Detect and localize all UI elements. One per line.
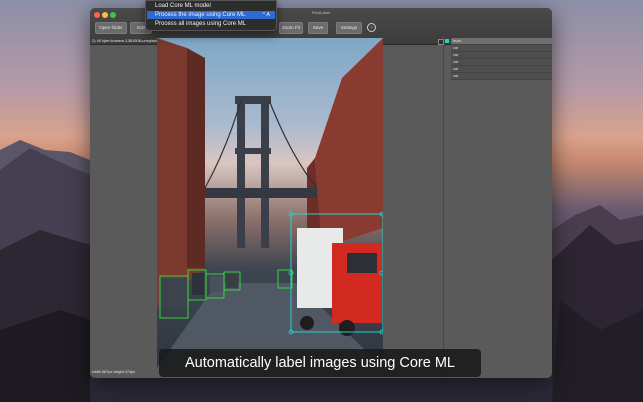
menu-item-label: Load Core ML model bbox=[155, 3, 211, 9]
image-canvas[interactable] bbox=[157, 38, 383, 368]
street-photo bbox=[157, 38, 383, 368]
menu-item-load-model[interactable]: Load Core ML model bbox=[147, 2, 275, 10]
label-name: car bbox=[451, 52, 552, 59]
label-row-car[interactable]: car bbox=[450, 73, 552, 80]
promo-caption: Automatically label images using Core ML bbox=[159, 349, 481, 377]
open-folder-button[interactable]: Open folder bbox=[95, 22, 127, 34]
menu-item-label: Process the image using Core ML bbox=[155, 12, 246, 18]
label-name: car bbox=[451, 66, 552, 73]
settings-button[interactable]: Settings bbox=[336, 22, 362, 34]
image-filename: 2) 40 tyler-bowers-1381908-unsplash.jpg bbox=[92, 38, 165, 43]
image-size-status: width 587px height 474px bbox=[92, 370, 136, 374]
label-name: truck bbox=[451, 38, 552, 45]
menu-item-process-image[interactable]: Process the image using Core ML ^ A bbox=[147, 11, 275, 19]
label-color-swatch bbox=[445, 39, 449, 43]
label-name: car bbox=[451, 59, 552, 66]
label-row-truck[interactable]: truck bbox=[438, 38, 552, 45]
app-window: RectLabel Open folder Edit Zoom Fit Save… bbox=[90, 8, 552, 378]
panel-divider[interactable] bbox=[443, 36, 444, 378]
menu-item-process-all[interactable]: Process all images using Core ML bbox=[147, 20, 275, 28]
label-name: car bbox=[451, 73, 552, 80]
help-icon[interactable]: ? bbox=[367, 23, 376, 32]
menu-item-label: Process all images using Core ML bbox=[155, 21, 247, 27]
menu-shortcut: ^ A bbox=[262, 12, 270, 18]
label-row-car[interactable]: car bbox=[450, 59, 552, 66]
save-button[interactable]: Save bbox=[308, 22, 328, 34]
label-name: car bbox=[451, 45, 552, 52]
label-row-car[interactable]: car bbox=[450, 45, 552, 52]
visibility-checkbox[interactable] bbox=[438, 39, 444, 45]
core-ml-menu: Load Core ML model Process the image usi… bbox=[145, 0, 277, 31]
label-row-car[interactable]: car bbox=[450, 66, 552, 73]
zoom-fit-button[interactable]: Zoom Fit bbox=[279, 22, 303, 34]
label-row-car[interactable]: car bbox=[450, 52, 552, 59]
